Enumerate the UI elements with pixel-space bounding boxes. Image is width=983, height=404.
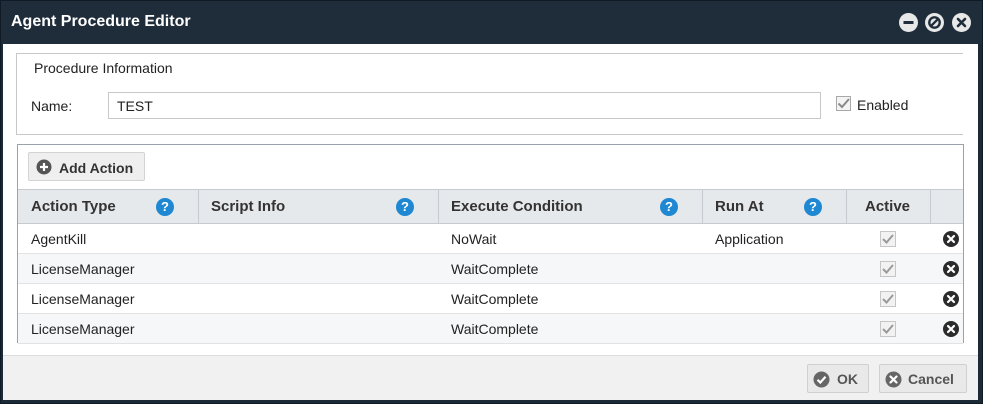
check-circle-icon [813, 371, 830, 388]
cell-action-type: LicenseManager [31, 321, 135, 337]
delete-row-icon[interactable] [943, 321, 959, 337]
cell-execute-condition: WaitComplete [451, 291, 539, 307]
table-row[interactable]: LicenseManager WaitComplete [18, 284, 963, 314]
add-action-button[interactable]: Add Action [28, 152, 145, 181]
procedure-information-legend: Procedure Information [28, 60, 179, 76]
add-action-label: Add Action [59, 160, 134, 176]
delete-row-icon[interactable] [943, 261, 959, 277]
name-label: Name: [31, 98, 73, 114]
cell-execute-condition: WaitComplete [451, 261, 539, 277]
delete-row-icon[interactable] [943, 291, 959, 307]
table-row[interactable]: AgentKill NoWait Application [18, 224, 963, 254]
ok-label: OK [837, 371, 858, 387]
help-icon[interactable]: ? [396, 198, 414, 216]
dialog-footer: OK Cancel [3, 355, 978, 400]
active-checkbox[interactable] [880, 291, 896, 307]
name-input[interactable] [108, 92, 821, 119]
cancel-button[interactable]: Cancel [879, 364, 967, 393]
column-header-active[interactable]: Active [865, 190, 910, 223]
cell-action-type: LicenseManager [31, 261, 135, 277]
grid-toolbar: Add Action [18, 145, 963, 189]
cell-execute-condition: NoWait [451, 231, 497, 247]
plus-circle-icon [36, 159, 52, 175]
cancel-label: Cancel [908, 371, 954, 387]
help-icon[interactable]: ? [660, 198, 678, 216]
table-header: Action Type ? Script Info ? Execute Cond… [18, 189, 963, 224]
cell-execute-condition: WaitComplete [451, 321, 539, 337]
column-divider[interactable] [702, 190, 703, 223]
close-icon[interactable] [952, 13, 971, 32]
table-row[interactable]: LicenseManager WaitComplete [18, 254, 963, 284]
active-checkbox[interactable] [880, 261, 896, 277]
enabled-label: Enabled [857, 97, 909, 113]
column-header-action-type[interactable]: Action Type [31, 190, 116, 223]
column-header-script-info[interactable]: Script Info [211, 190, 285, 223]
help-icon[interactable]: ? [156, 198, 174, 216]
title-bar[interactable]: Agent Procedure Editor [1, 1, 982, 44]
actions-grid: Add Action Action Type ? Script Info ? E… [17, 144, 964, 344]
column-divider[interactable] [198, 190, 199, 223]
column-header-run-at[interactable]: Run At [715, 190, 764, 223]
restore-icon[interactable] [925, 13, 944, 32]
delete-row-icon[interactable] [943, 231, 959, 247]
x-circle-icon [885, 371, 902, 388]
active-checkbox[interactable] [880, 321, 896, 337]
help-icon[interactable]: ? [804, 198, 822, 216]
cell-action-type: AgentKill [31, 231, 87, 247]
column-divider[interactable] [930, 190, 931, 223]
minimize-icon[interactable] [899, 13, 918, 32]
active-checkbox[interactable] [880, 231, 896, 247]
cell-run-at: Application [715, 231, 784, 247]
cell-action-type: LicenseManager [31, 291, 135, 307]
dialog-body: Procedure Information Name: Enabled Add … [3, 44, 978, 400]
table-row[interactable]: LicenseManager WaitComplete [18, 314, 963, 344]
column-divider[interactable] [438, 190, 439, 223]
column-header-execute-condition[interactable]: Execute Condition [451, 190, 583, 223]
window-title: Agent Procedure Editor [11, 13, 191, 30]
agent-procedure-editor-window: Agent Procedure Editor Procedure Informa… [0, 0, 983, 404]
checkmark-icon [837, 98, 850, 109]
enabled-checkbox[interactable] [836, 96, 851, 111]
column-divider[interactable] [846, 190, 847, 223]
ok-button[interactable]: OK [807, 364, 869, 393]
